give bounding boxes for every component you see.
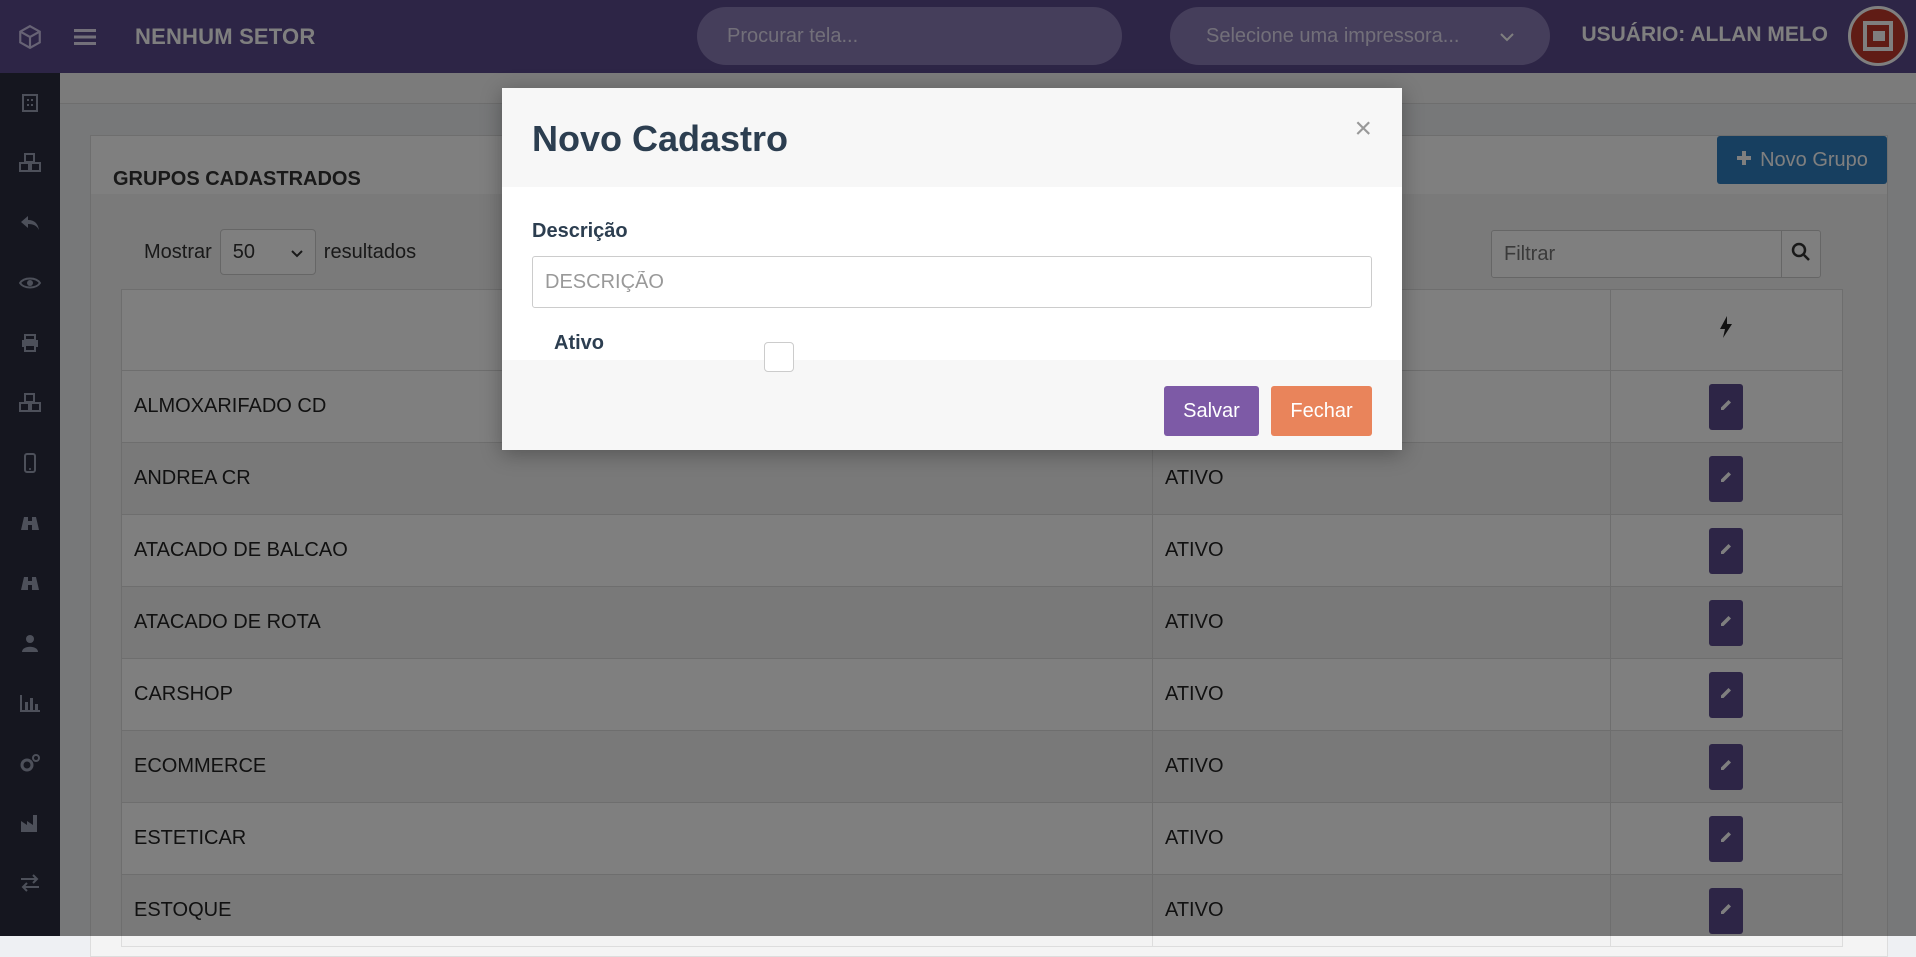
modal-title: Novo Cadastro (532, 118, 789, 159)
close-button[interactable]: Fechar (1271, 386, 1372, 436)
modal-footer (502, 360, 1402, 450)
close-icon[interactable]: × (1354, 112, 1372, 146)
active-checkbox[interactable] (764, 342, 794, 372)
new-record-modal: Novo Cadastro × Descrição Ativo Salvar F… (502, 88, 1402, 450)
save-button[interactable]: Salvar (1164, 386, 1259, 436)
description-label: Descrição (532, 220, 628, 242)
description-input[interactable] (532, 256, 1372, 308)
active-label: Ativo (554, 332, 604, 354)
modal-header: Novo Cadastro × (502, 88, 1402, 187)
